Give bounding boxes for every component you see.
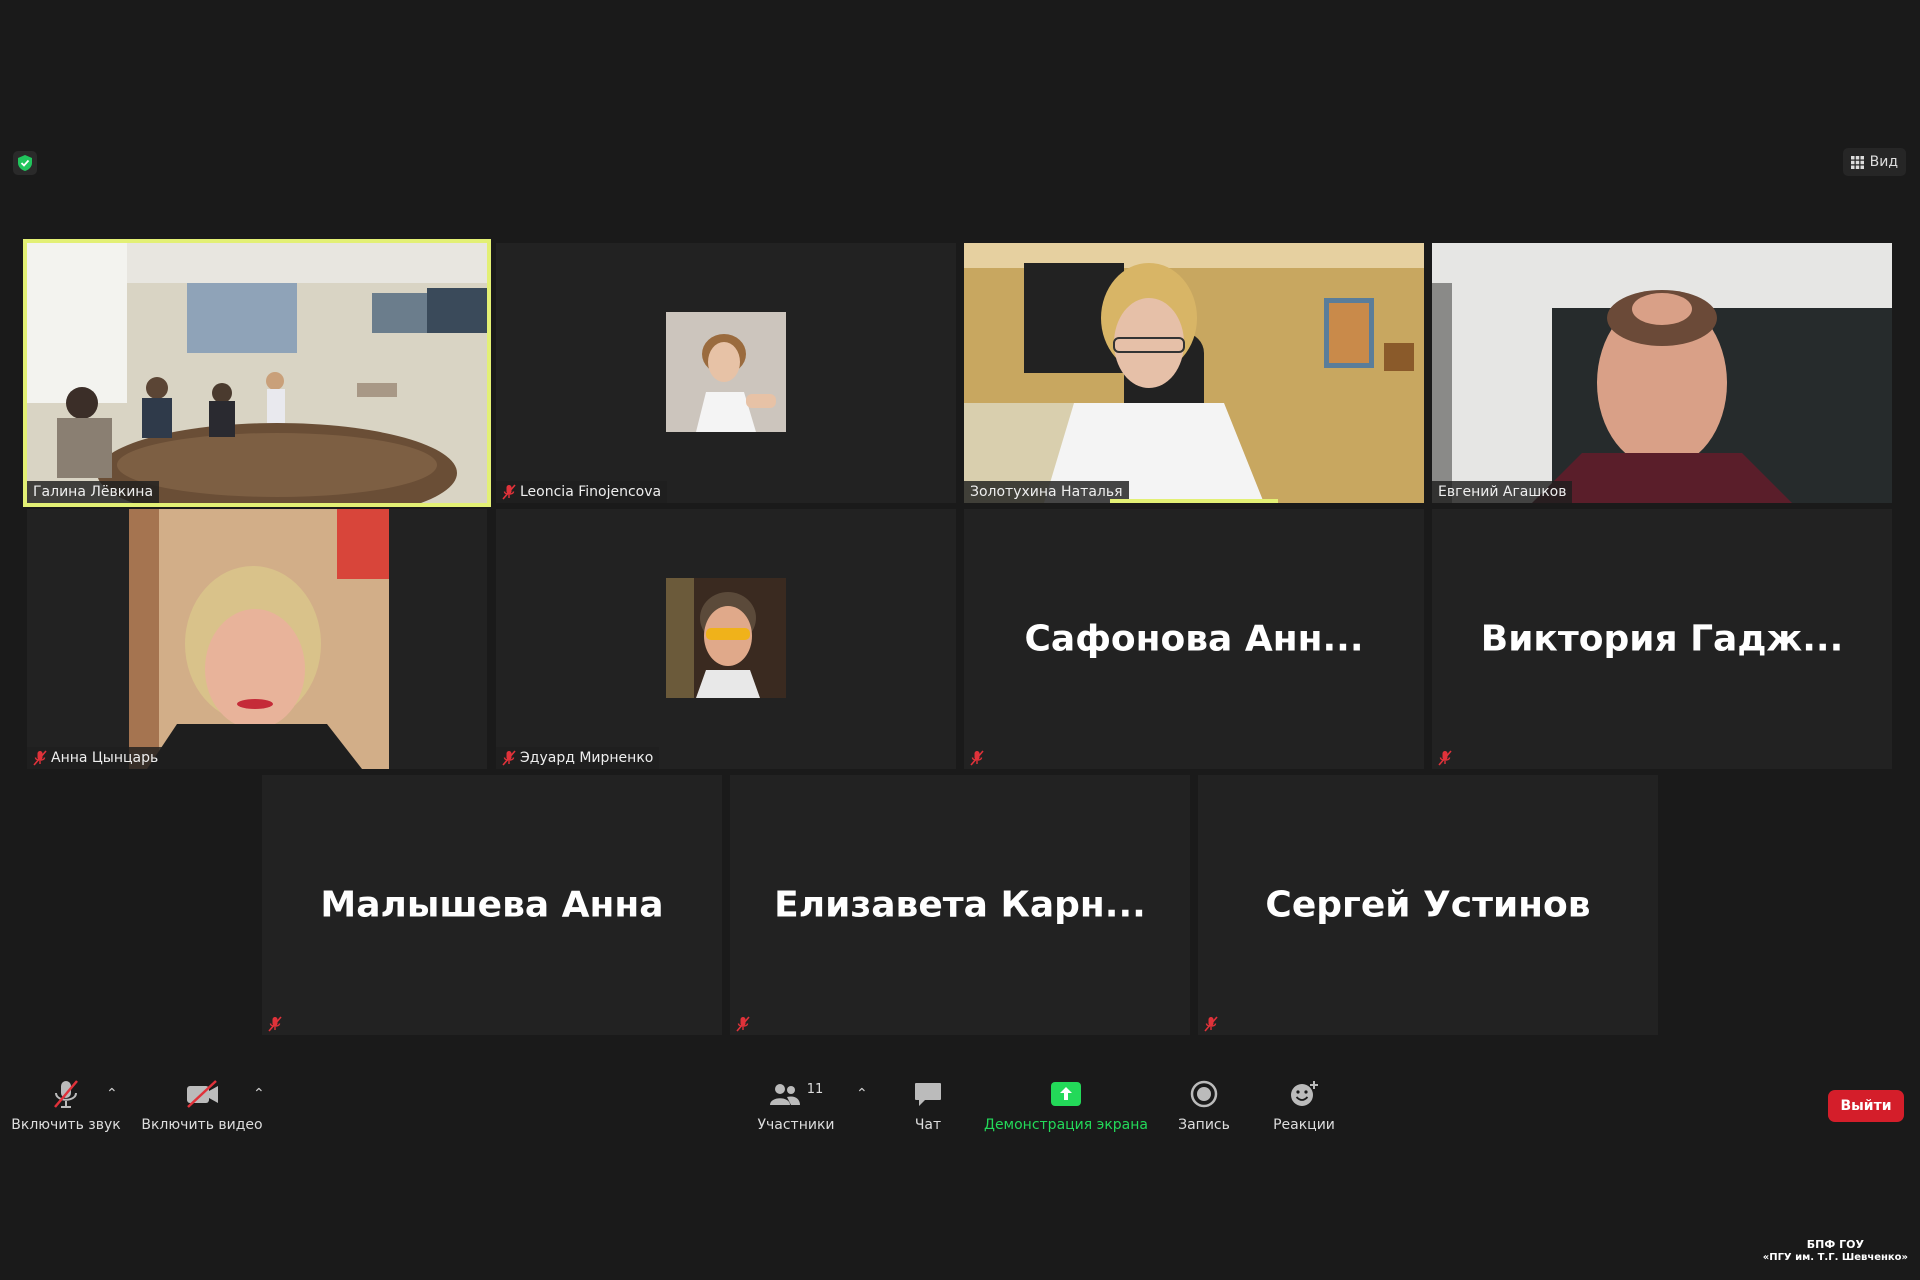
video-tile[interactable]: Галина Лёвкина <box>23 239 491 507</box>
mic-muted-icon <box>54 1080 78 1108</box>
participant-name-label: Leoncia Finojencova <box>496 481 668 503</box>
record-icon <box>1190 1080 1218 1108</box>
participant-display-name: Малышева Анна <box>320 884 664 926</box>
video-options-caret[interactable]: ⌃ <box>253 1086 265 1102</box>
participant-name-label: Евгений Агашков <box>1432 481 1573 503</box>
unmute-button[interactable]: Включить звук <box>11 1075 121 1133</box>
participant-name-label: Анна Цынцарь <box>27 747 165 769</box>
avatar <box>666 578 786 698</box>
video-feed <box>964 243 1424 503</box>
chat-button[interactable]: Чат <box>898 1075 958 1133</box>
start-video-button[interactable]: Включить видео <box>140 1075 264 1133</box>
audio-options-caret[interactable]: ⌃ <box>106 1086 118 1102</box>
participant-name-label <box>1198 1013 1224 1035</box>
share-screen-icon <box>1051 1082 1081 1106</box>
video-tile[interactable]: Сафонова Анн... <box>964 509 1424 769</box>
mic-muted-icon <box>268 1016 282 1032</box>
mic-muted-icon <box>1438 750 1452 766</box>
grid-icon <box>1850 155 1864 169</box>
mic-muted-icon <box>970 750 984 766</box>
watermark: БПФ ГОУ «ПГУ им. Т.Г. Шевченко» <box>1762 1238 1908 1263</box>
avatar <box>666 312 786 432</box>
reactions-button[interactable]: Реакции <box>1264 1075 1344 1133</box>
video-tile[interactable]: Елизавета Карн... <box>730 775 1190 1035</box>
record-button[interactable]: Запись <box>1168 1075 1240 1133</box>
share-screen-button[interactable]: Демонстрация экрана <box>984 1075 1148 1133</box>
mic-muted-icon <box>502 750 516 766</box>
video-tile[interactable]: Эдуард Мирненко <box>496 509 956 769</box>
participant-name-label: Галина Лёвкина <box>27 481 160 503</box>
chat-icon <box>915 1083 941 1106</box>
security-shield-icon[interactable] <box>13 151 37 175</box>
participants-count: 11 <box>806 1081 824 1097</box>
view-label: Вид <box>1869 154 1898 170</box>
participants-button[interactable]: 11 Участники <box>750 1075 842 1134</box>
video-tile[interactable]: Leoncia Finojencova <box>496 243 956 503</box>
video-feed <box>27 509 487 769</box>
view-button[interactable]: Вид <box>1842 148 1906 176</box>
video-feed <box>1432 243 1892 503</box>
mic-muted-icon <box>736 1016 750 1032</box>
participant-name-label <box>1432 747 1458 769</box>
video-tile[interactable]: Золотухина Наталья <box>964 243 1424 503</box>
participants-options-caret[interactable]: ⌃ <box>856 1086 868 1102</box>
audio-activity-bar <box>1110 499 1278 503</box>
video-feed <box>27 243 487 503</box>
participant-display-name: Виктория Гадж... <box>1480 618 1844 660</box>
video-tile[interactable]: Сергей Устинов <box>1198 775 1658 1035</box>
participant-name-label: Золотухина Наталья <box>964 481 1129 503</box>
mic-muted-icon <box>502 484 516 500</box>
participant-name-label <box>964 747 990 769</box>
mic-muted-icon <box>33 750 47 766</box>
video-tile[interactable]: Малышева Анна <box>262 775 722 1035</box>
participant-name-label <box>730 1013 756 1035</box>
video-tile[interactable]: Евгений Агашков <box>1432 243 1892 503</box>
leave-button[interactable]: Выйти <box>1828 1090 1904 1122</box>
participants-icon <box>769 1084 800 1105</box>
mic-muted-icon <box>1204 1016 1218 1032</box>
participant-display-name: Сергей Устинов <box>1265 884 1591 926</box>
reactions-icon <box>1291 1081 1318 1106</box>
video-off-icon <box>187 1080 218 1108</box>
video-tile[interactable]: Анна Цынцарь <box>27 509 487 769</box>
video-tile[interactable]: Виктория Гадж... <box>1432 509 1892 769</box>
participant-name-label: Эдуард Мирненко <box>496 747 660 769</box>
participant-name-label <box>262 1013 288 1035</box>
participant-display-name: Сафонова Анн... <box>1024 618 1364 660</box>
participant-display-name: Елизавета Карн... <box>774 884 1146 926</box>
